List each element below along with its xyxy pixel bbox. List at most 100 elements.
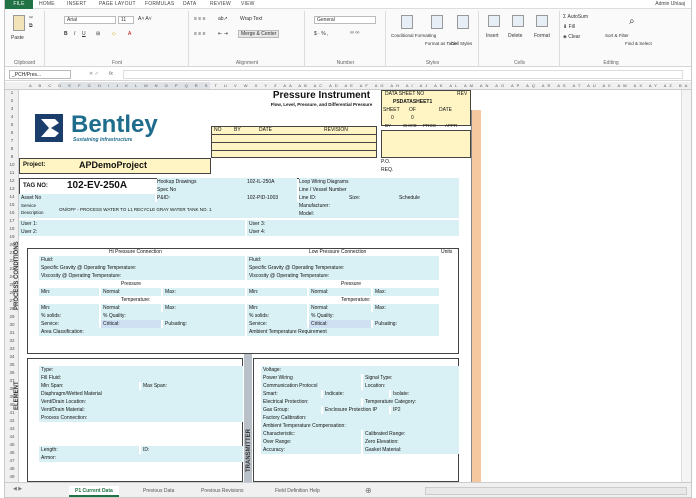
row-number[interactable]: 13: [5, 186, 19, 191]
manufacturer[interactable]: Manufacturer:: [299, 202, 459, 210]
project-value[interactable]: APDemoProject: [79, 159, 147, 171]
tab-page-layout[interactable]: PAGE LAYOUT: [99, 1, 136, 7]
rev-row-3[interactable]: [211, 150, 377, 158]
row-number[interactable]: 10: [5, 162, 19, 167]
row-number[interactable]: 14: [5, 194, 19, 199]
transmitter-zero-elevation[interactable]: Zero Elevation:: [363, 438, 459, 446]
row-number[interactable]: 47: [5, 458, 19, 463]
italic-icon[interactable]: I: [74, 31, 75, 37]
row-number[interactable]: 19: [5, 234, 19, 239]
row-number[interactable]: 12: [5, 178, 19, 183]
lo-specific-gravity[interactable]: Specific Gravity @ Operating Temperature…: [247, 264, 439, 272]
hi-fluid[interactable]: Fluid:: [39, 256, 245, 264]
lo-pressure-max[interactable]: Max:: [373, 288, 439, 296]
hi-solids[interactable]: % solids:: [39, 312, 99, 320]
cancel-icon[interactable]: ✕ ✓: [89, 71, 99, 77]
sheet-tab-field-definition-help[interactable]: Field Definition Help: [269, 486, 326, 497]
align-top-icon[interactable]: ≡ ≡ ≡: [194, 16, 206, 22]
font-name-select[interactable]: Arial: [64, 16, 116, 24]
hi-quality[interactable]: % Quality:: [101, 312, 245, 320]
element-diaphragm[interactable]: Diaphragm/Wetted Material: [39, 390, 243, 398]
conditional-formatting-icon[interactable]: [401, 15, 413, 29]
grow-font-icon[interactable]: A˄ A˅: [138, 16, 152, 22]
spec-no[interactable]: Spec No: [157, 186, 297, 194]
conditional-formatting-button[interactable]: Conditional Formatting: [391, 33, 436, 38]
row-number[interactable]: 3: [5, 106, 19, 111]
format-cells-icon[interactable]: [536, 15, 548, 27]
decimal-icon[interactable]: ⁰⁰ ⁰⁰: [350, 31, 359, 37]
sort-filter-button[interactable]: Sort & Filter: [605, 33, 629, 38]
hi-temp-max[interactable]: Max:: [163, 304, 245, 312]
sheet-tab-previous-data[interactable]: Previous Data: [137, 486, 180, 497]
transmitter-smart[interactable]: Smart:: [261, 390, 321, 398]
find-icon[interactable]: ⌕: [629, 16, 635, 27]
row-number[interactable]: 7: [5, 138, 19, 143]
transmitter-location[interactable]: Location:: [363, 382, 459, 390]
element-vent-location[interactable]: Vent/Drain Location:: [39, 398, 243, 406]
lo-pressure-min[interactable]: Min:: [247, 288, 307, 296]
transmitter-characteristic[interactable]: Characteristic:: [261, 430, 361, 438]
rev-row-1[interactable]: [211, 134, 377, 142]
lo-temp-min[interactable]: Min:: [247, 304, 307, 312]
hi-pressure-normal[interactable]: Normal:: [101, 288, 161, 296]
transmitter-indicate[interactable]: Indicate:: [323, 390, 389, 398]
row-number[interactable]: 49: [5, 474, 19, 479]
lo-service[interactable]: Service:: [247, 320, 307, 328]
transmitter-comm-protocol[interactable]: Communication Protocol: [261, 382, 361, 390]
hi-temp-normal[interactable]: Normal:: [101, 304, 161, 312]
element-armor[interactable]: Armor:: [39, 454, 243, 462]
new-sheet-icon[interactable]: ⊕: [365, 486, 372, 495]
transmitter-electrical-protection[interactable]: Electrical Protection:: [261, 398, 361, 406]
user-1[interactable]: User 1:: [19, 220, 245, 228]
row-number[interactable]: 31: [5, 330, 19, 335]
fill-color-icon[interactable]: ◇: [112, 31, 116, 37]
hi-critical[interactable]: Critical:: [101, 320, 161, 328]
tab-view[interactable]: VIEW: [241, 1, 255, 7]
user-2[interactable]: User 2:: [19, 228, 245, 236]
insert-cells-icon[interactable]: [488, 15, 500, 27]
wrap-text-button[interactable]: Wrap Text: [240, 16, 262, 22]
element-length[interactable]: Length:: [39, 446, 139, 454]
tab-file[interactable]: FILE: [5, 0, 33, 9]
row-number[interactable]: 6: [5, 130, 19, 135]
currency-icon[interactable]: $ · % ,: [314, 31, 328, 37]
hi-service[interactable]: Service:: [39, 320, 99, 328]
underline-icon[interactable]: U: [82, 31, 86, 37]
delete-button[interactable]: Delete: [508, 33, 522, 39]
row-number[interactable]: 1: [5, 90, 19, 95]
tab-scroll-arrows[interactable]: ◀ ▶: [13, 486, 22, 492]
lo-viscosity[interactable]: Viscosity @ Operating Temperature:: [247, 272, 439, 280]
transmitter-temperature-category[interactable]: Temperature Category:: [363, 398, 459, 406]
lo-quality[interactable]: % Quality:: [309, 312, 439, 320]
row-number[interactable]: 42: [5, 418, 19, 423]
row-number[interactable]: 36: [5, 370, 19, 375]
lo-temp-max[interactable]: Max:: [373, 304, 439, 312]
insert-button[interactable]: Insert: [486, 33, 499, 39]
user-name[interactable]: Admin Uhlaaj: [655, 1, 685, 7]
horizontal-scrollbar[interactable]: [425, 487, 687, 495]
row-number[interactable]: 34: [5, 354, 19, 359]
hi-temp-min[interactable]: Min:: [39, 304, 99, 312]
area-classification[interactable]: Area Classification:: [39, 328, 245, 336]
row-number[interactable]: 17: [5, 218, 19, 223]
transmitter-calibrated-range[interactable]: Calibrated Range:: [363, 430, 459, 438]
asset-no[interactable]: Asset No: [19, 194, 155, 202]
row-number[interactable]: 4: [5, 114, 19, 119]
format-button[interactable]: Format: [534, 33, 550, 39]
lo-critical[interactable]: Critical:: [309, 320, 371, 328]
transmitter-signal-type[interactable]: Signal Type:: [363, 374, 459, 382]
row-number[interactable]: 46: [5, 450, 19, 455]
row-number[interactable]: 48: [5, 466, 19, 471]
paste-icon[interactable]: [13, 15, 25, 31]
tag-value[interactable]: 102-EV-250A: [67, 179, 127, 193]
hi-pulsating[interactable]: Pulsating:: [163, 320, 245, 328]
clear-button[interactable]: ◈ Clear: [563, 34, 580, 40]
of-number[interactable]: 0: [411, 114, 414, 122]
row-number[interactable]: 2: [5, 98, 19, 103]
transmitter-accuracy[interactable]: Accuracy:: [261, 446, 361, 454]
transmitter-ip[interactable]: IP2: [391, 406, 459, 414]
row-number[interactable]: 32: [5, 338, 19, 343]
merge-center-button[interactable]: Merge & Center: [238, 30, 280, 38]
tab-home[interactable]: HOME: [39, 1, 55, 7]
tab-data[interactable]: DATA: [183, 1, 196, 7]
